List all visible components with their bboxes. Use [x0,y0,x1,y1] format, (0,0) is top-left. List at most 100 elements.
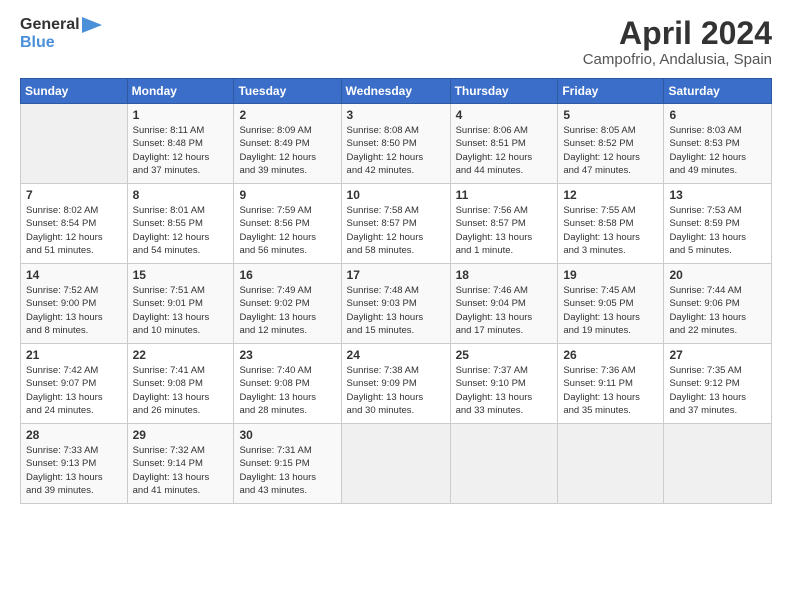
day-number: 20 [669,268,766,282]
header: General Blue April 2024 Campofrio, Andal… [20,16,772,68]
day-info: Sunrise: 7:37 AMSunset: 9:10 PMDaylight:… [456,364,553,417]
calendar-cell: 1Sunrise: 8:11 AMSunset: 8:48 PMDaylight… [127,104,234,184]
day-number: 25 [456,348,553,362]
day-number: 28 [26,428,122,442]
calendar-cell: 16 Sunrise: 7:49 AMSunset: 9:02 PMDayligh… [234,264,341,344]
calendar-cell [558,424,664,504]
day-number: 8 [133,188,229,202]
day-info: Sunrise: 7:41 AMSunset: 9:08 PMDaylight:… [133,364,229,417]
calendar-cell: 18 Sunrise: 7:46 AMSunset: 9:04 PMDayligh… [450,264,558,344]
day-info: Sunrise: 7:31 AMSunset: 9:15 PMDaylight:… [239,444,335,497]
calendar-week-row: 14 Sunrise: 7:52 AMSunset: 9:00 PMDayligh… [21,264,772,344]
day-info: Sunrise: 7:56 AMSunset: 8:57 PMDaylight:… [456,204,553,257]
day-info: Sunrise: 7:49 AMSunset: 9:02 PMDaylight:… [239,284,335,337]
calendar-week-row: 7 Sunrise: 8:02 AMSunset: 8:54 PMDaylight… [21,184,772,264]
calendar-cell: 9 Sunrise: 7:59 AMSunset: 8:56 PMDaylight… [234,184,341,264]
day-info: Sunrise: 7:45 AMSunset: 9:05 PMDaylight:… [563,284,658,337]
day-info: Sunrise: 7:53 AMSunset: 8:59 PMDaylight:… [669,204,766,257]
calendar-cell: 15Sunrise: 7:51 AMSunset: 9:01 PMDayligh… [127,264,234,344]
day-info: Sunrise: 7:58 AMSunset: 8:57 PMDaylight:… [347,204,445,257]
calendar-day-header: Sunday [21,79,128,104]
month-title: April 2024 [583,16,772,51]
calendar-cell: 19 Sunrise: 7:45 AMSunset: 9:05 PMDayligh… [558,264,664,344]
calendar-cell: 28 Sunrise: 7:33 AMSunset: 9:13 PMDayligh… [21,424,128,504]
day-info: Sunrise: 7:42 AMSunset: 9:07 PMDaylight:… [26,364,122,417]
day-number: 24 [347,348,445,362]
day-info: Sunrise: 7:35 AMSunset: 9:12 PMDaylight:… [669,364,766,417]
day-info: Sunrise: 7:32 AMSunset: 9:14 PMDaylight:… [133,444,229,497]
day-info: Sunrise: 7:33 AMSunset: 9:13 PMDaylight:… [26,444,122,497]
page: General Blue April 2024 Campofrio, Andal… [0,0,792,612]
day-info: Sunrise: 8:09 AMSunset: 8:49 PMDaylight:… [239,124,335,177]
calendar-cell [450,424,558,504]
day-info: Sunrise: 7:44 AMSunset: 9:06 PMDaylight:… [669,284,766,337]
day-number: 26 [563,348,658,362]
calendar-cell: 2 Sunrise: 8:09 AMSunset: 8:49 PMDaylight… [234,104,341,184]
calendar-day-header: Saturday [664,79,772,104]
calendar-day-header: Tuesday [234,79,341,104]
calendar-cell: 14 Sunrise: 7:52 AMSunset: 9:00 PMDayligh… [21,264,128,344]
calendar-table: SundayMondayTuesdayWednesdayThursdayFrid… [20,78,772,504]
day-info: Sunrise: 7:55 AMSunset: 8:58 PMDaylight:… [563,204,658,257]
day-number: 3 [347,108,445,122]
day-number: 7 [26,188,122,202]
calendar-cell [21,104,128,184]
calendar-cell: 20 Sunrise: 7:44 AMSunset: 9:06 PMDayligh… [664,264,772,344]
calendar-cell: 8Sunrise: 8:01 AMSunset: 8:55 PMDaylight… [127,184,234,264]
calendar-body: 1Sunrise: 8:11 AMSunset: 8:48 PMDaylight… [21,104,772,504]
calendar-header-row: SundayMondayTuesdayWednesdayThursdayFrid… [21,79,772,104]
day-info: Sunrise: 7:59 AMSunset: 8:56 PMDaylight:… [239,204,335,257]
logo-general: General [20,16,80,34]
day-number: 21 [26,348,122,362]
calendar-cell: 12Sunrise: 7:55 AMSunset: 8:58 PMDayligh… [558,184,664,264]
day-number: 2 [239,108,335,122]
day-number: 6 [669,108,766,122]
calendar-cell: 26 Sunrise: 7:36 AMSunset: 9:11 PMDayligh… [558,344,664,424]
day-number: 13 [669,188,766,202]
day-number: 18 [456,268,553,282]
day-number: 14 [26,268,122,282]
logo: General Blue [20,16,102,51]
calendar-cell: 29 Sunrise: 7:32 AMSunset: 9:14 PMDayligh… [127,424,234,504]
day-number: 10 [347,188,445,202]
day-info: Sunrise: 8:06 AMSunset: 8:51 PMDaylight:… [456,124,553,177]
calendar-cell: 17 Sunrise: 7:48 AMSunset: 9:03 PMDayligh… [341,264,450,344]
calendar-cell: 23 Sunrise: 7:40 AMSunset: 9:08 PMDayligh… [234,344,341,424]
day-number: 27 [669,348,766,362]
calendar-day-header: Friday [558,79,664,104]
day-number: 17 [347,268,445,282]
calendar-cell: 30 Sunrise: 7:31 AMSunset: 9:15 PMDayligh… [234,424,341,504]
calendar-day-header: Thursday [450,79,558,104]
day-number: 9 [239,188,335,202]
calendar-cell: 24 Sunrise: 7:38 AMSunset: 9:09 PMDayligh… [341,344,450,424]
calendar-cell: 4Sunrise: 8:06 AMSunset: 8:51 PMDaylight… [450,104,558,184]
day-number: 5 [563,108,658,122]
day-number: 19 [563,268,658,282]
calendar-week-row: 28 Sunrise: 7:33 AMSunset: 9:13 PMDayligh… [21,424,772,504]
day-info: Sunrise: 7:52 AMSunset: 9:00 PMDaylight:… [26,284,122,337]
day-info: Sunrise: 8:08 AMSunset: 8:50 PMDaylight:… [347,124,445,177]
calendar-day-header: Wednesday [341,79,450,104]
calendar-cell: 22Sunrise: 7:41 AMSunset: 9:08 PMDayligh… [127,344,234,424]
day-info: Sunrise: 8:02 AMSunset: 8:54 PMDaylight:… [26,204,122,257]
calendar-cell: 25 Sunrise: 7:37 AMSunset: 9:10 PMDayligh… [450,344,558,424]
day-info: Sunrise: 7:36 AMSunset: 9:11 PMDaylight:… [563,364,658,417]
day-info: Sunrise: 7:48 AMSunset: 9:03 PMDaylight:… [347,284,445,337]
calendar-cell [341,424,450,504]
calendar-cell: 10 Sunrise: 7:58 AMSunset: 8:57 PMDayligh… [341,184,450,264]
calendar-cell: 7 Sunrise: 8:02 AMSunset: 8:54 PMDaylight… [21,184,128,264]
day-info: Sunrise: 7:38 AMSunset: 9:09 PMDaylight:… [347,364,445,417]
day-number: 16 [239,268,335,282]
calendar-week-row: 1Sunrise: 8:11 AMSunset: 8:48 PMDaylight… [21,104,772,184]
day-info: Sunrise: 7:40 AMSunset: 9:08 PMDaylight:… [239,364,335,417]
day-number: 30 [239,428,335,442]
day-number: 29 [133,428,229,442]
day-number: 1 [133,108,229,122]
day-number: 11 [456,188,553,202]
logo-blue: Blue [20,34,102,52]
day-info: Sunrise: 7:46 AMSunset: 9:04 PMDaylight:… [456,284,553,337]
day-number: 23 [239,348,335,362]
location: Campofrio, Andalusia, Spain [583,51,772,68]
calendar-week-row: 21 Sunrise: 7:42 AMSunset: 9:07 PMDayligh… [21,344,772,424]
calendar-cell: 11 Sunrise: 7:56 AMSunset: 8:57 PMDayligh… [450,184,558,264]
